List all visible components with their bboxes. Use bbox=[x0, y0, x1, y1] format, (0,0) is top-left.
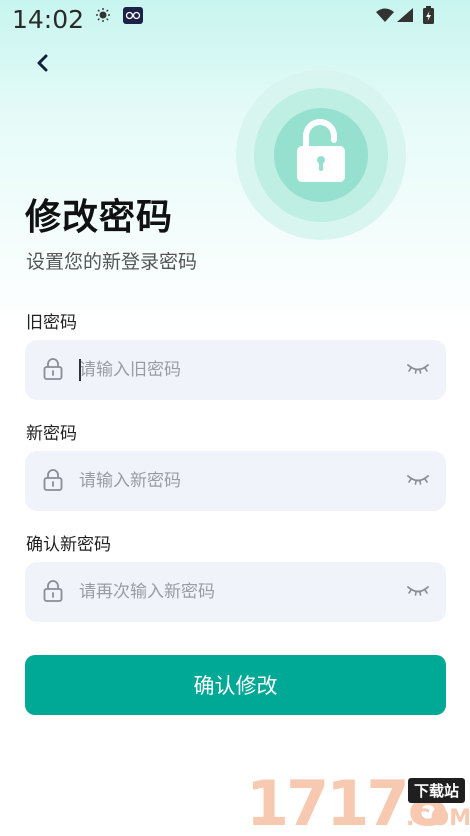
lock-icon bbox=[43, 580, 63, 602]
new-password-field[interactable] bbox=[25, 451, 446, 511]
back-button[interactable] bbox=[30, 50, 56, 76]
new-password-input[interactable] bbox=[79, 461, 389, 501]
eye-closed-icon[interactable] bbox=[407, 584, 429, 598]
status-bar: 14:02 bbox=[0, 0, 470, 40]
watermark-tag: 下载站 bbox=[408, 778, 466, 803]
app-badge-icon bbox=[123, 7, 143, 24]
back-arrow-icon bbox=[37, 54, 48, 72]
old-password-input[interactable] bbox=[79, 350, 389, 390]
battery-icon bbox=[423, 6, 434, 24]
unlocked-padlock-icon bbox=[297, 119, 345, 182]
unlock-illustration bbox=[236, 70, 406, 240]
sun-icon bbox=[96, 8, 110, 22]
wifi-icon bbox=[376, 8, 394, 22]
page-subtitle: 设置您的新登录密码 bbox=[26, 251, 198, 273]
confirm-password-label: 确认新密码 bbox=[26, 535, 111, 555]
lock-icon bbox=[43, 358, 63, 380]
lock-icon bbox=[43, 469, 63, 491]
eye-closed-icon[interactable] bbox=[407, 473, 429, 487]
old-password-label: 旧密码 bbox=[26, 313, 77, 333]
text-cursor bbox=[79, 359, 81, 381]
confirm-password-field[interactable] bbox=[25, 562, 446, 622]
eye-closed-icon[interactable] bbox=[407, 362, 429, 376]
status-time: 14:02 bbox=[12, 5, 85, 34]
signal-icon bbox=[397, 8, 413, 22]
old-password-field[interactable] bbox=[25, 340, 446, 400]
watermark-domain: .COM bbox=[406, 806, 470, 831]
page-title: 修改密码 bbox=[25, 197, 174, 238]
confirm-password-input[interactable] bbox=[79, 572, 389, 612]
watermark-logo: 17178 下载站 .COM bbox=[246, 772, 470, 836]
confirm-change-button[interactable]: 确认修改 bbox=[25, 655, 446, 715]
new-password-label: 新密码 bbox=[26, 424, 77, 444]
